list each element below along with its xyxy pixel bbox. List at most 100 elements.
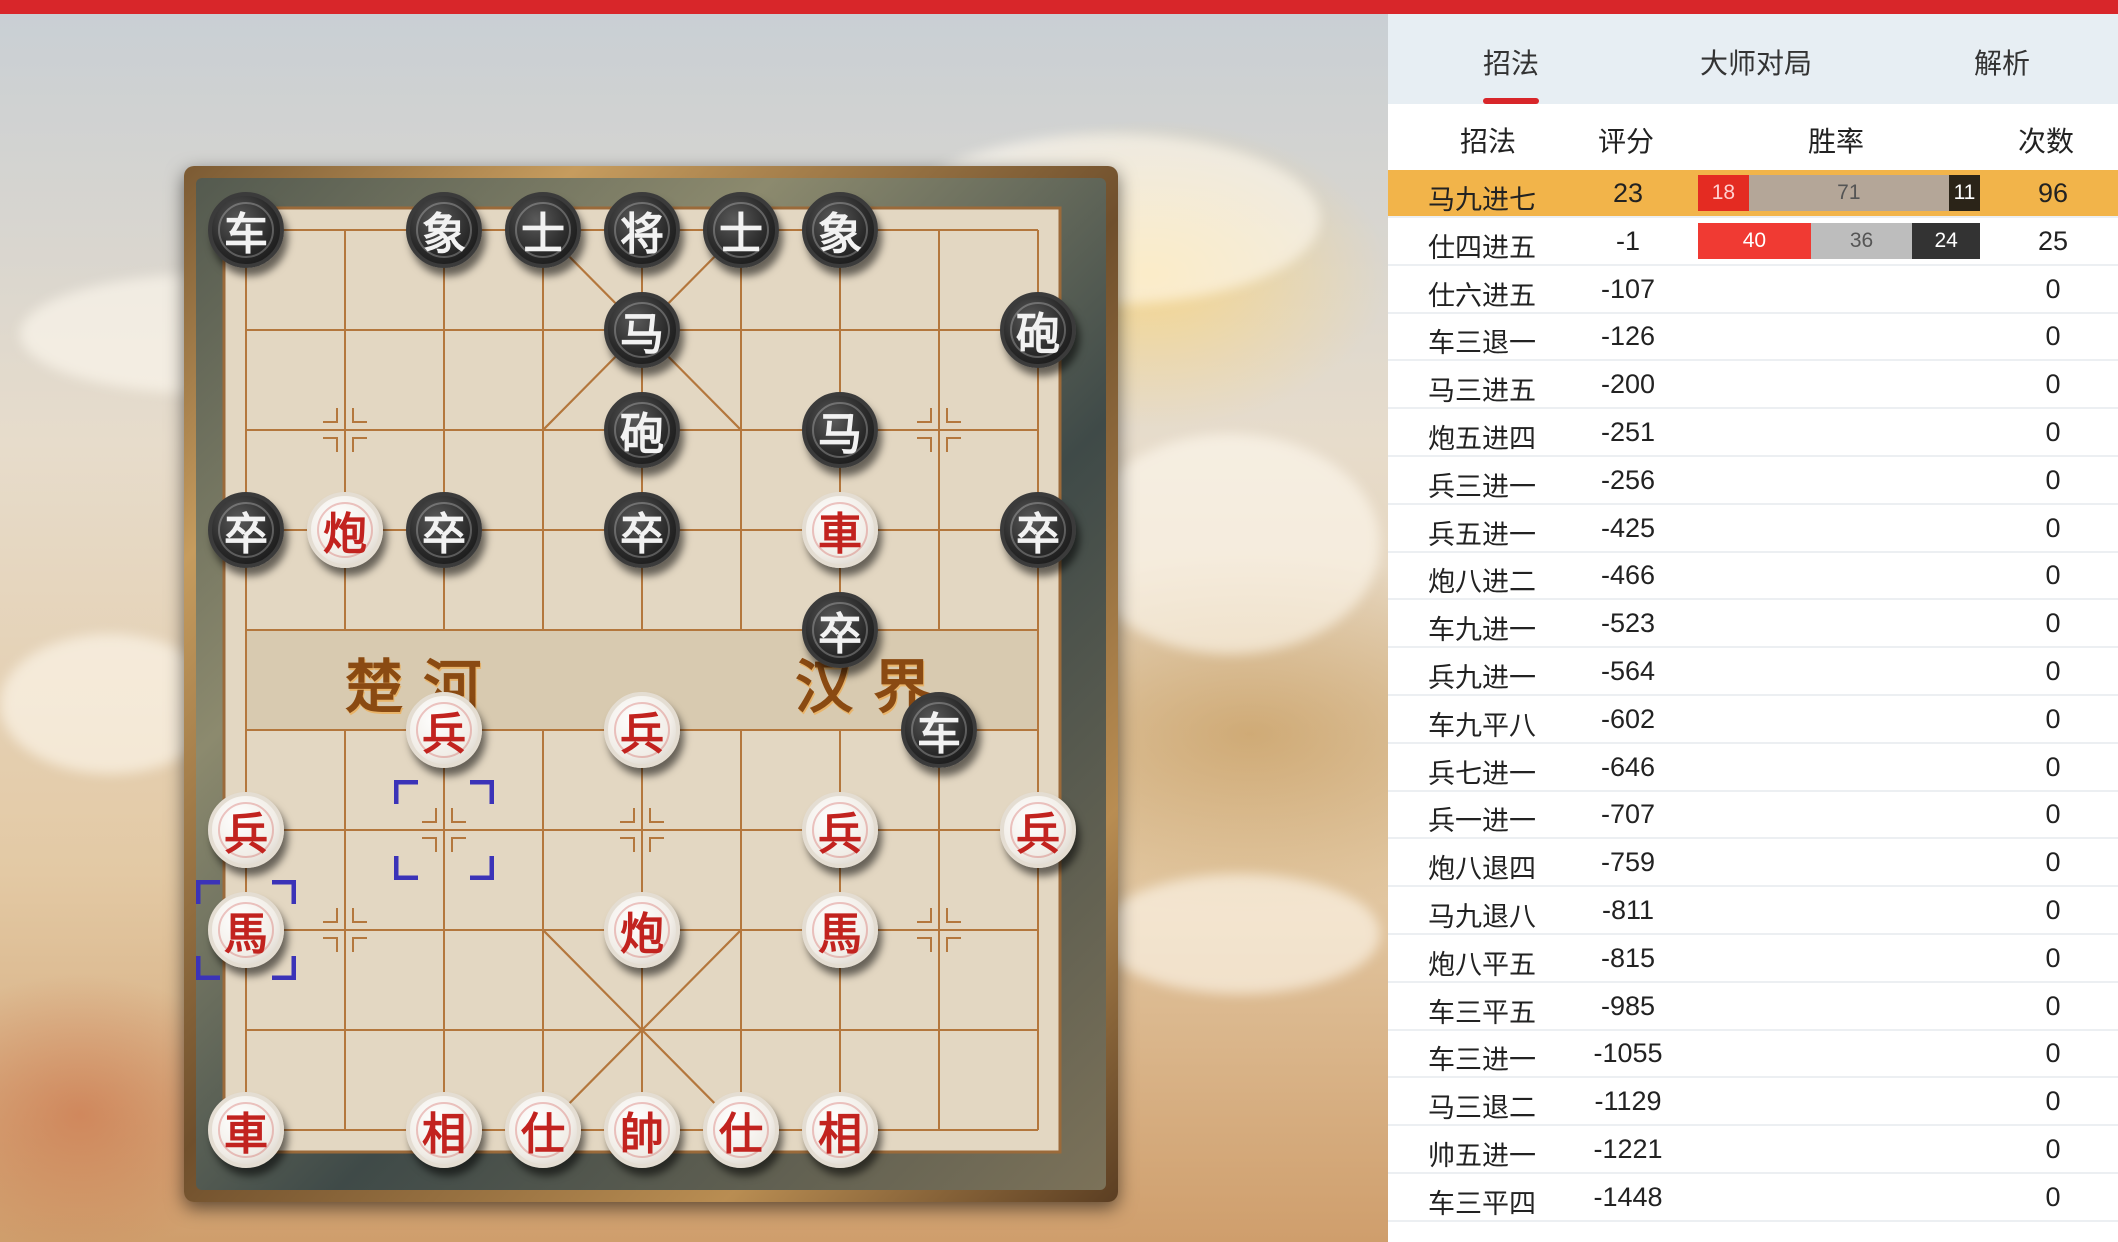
black-soldier-piece[interactable]: 卒 <box>1000 492 1076 568</box>
piece-label: 車 <box>224 1109 268 1160</box>
table-row[interactable]: 车三进一 -1055 0 <box>1388 1030 2118 1079</box>
black-advisor-piece[interactable]: 士 <box>505 192 581 268</box>
table-row[interactable]: 炮八进二 -466 0 <box>1388 552 2118 601</box>
move-cell: 仕六进五 <box>1428 280 1536 311</box>
score-cell: 23 <box>1612 178 1644 208</box>
table-row[interactable]: 兵一进一 -707 0 <box>1388 791 2118 840</box>
black-soldier-piece[interactable]: 卒 <box>208 492 284 568</box>
black-elephant-piece[interactable]: 象 <box>802 192 878 268</box>
move-cell: 马三进五 <box>1428 376 1536 407</box>
black-cannon-piece[interactable]: 砲 <box>1000 292 1076 368</box>
score-cell: -1055 <box>1593 1038 1663 1069</box>
red-advisor-piece[interactable]: 仕 <box>703 1092 779 1168</box>
piece-label: 卒 <box>422 509 466 560</box>
tab-bar: 招法 大师对局 解析 <box>1388 14 2118 104</box>
red-cannon-piece[interactable]: 炮 <box>604 892 680 968</box>
table-row[interactable]: 车三平四 -1448 0 <box>1388 1174 2118 1222</box>
table-row[interactable]: 车三退一 -126 0 <box>1388 313 2118 362</box>
table-row[interactable]: 兵三进一 -256 0 <box>1388 457 2118 505</box>
move-cell: 兵一进一 <box>1428 806 1536 837</box>
red-soldier-piece[interactable]: 兵 <box>208 792 284 868</box>
table-row[interactable]: 车九平八 -602 0 <box>1388 696 2118 744</box>
move-cell: 车九进一 <box>1428 615 1536 646</box>
red-elephant-piece[interactable]: 相 <box>406 1092 482 1168</box>
move-cell: 车三进一 <box>1428 1045 1536 1076</box>
count-cell: 0 <box>2045 1086 2061 1117</box>
table-row[interactable]: 兵九进一 -564 0 <box>1388 648 2118 696</box>
black-general-piece[interactable]: 将 <box>604 192 680 268</box>
move-cell: 炮五进四 <box>1428 424 1536 454</box>
table-row[interactable]: 炮八退四 -759 0 <box>1388 839 2118 888</box>
red-cannon-piece[interactable]: 炮 <box>307 492 383 568</box>
piece-label: 仕 <box>521 1109 565 1160</box>
red-elephant-piece[interactable]: 相 <box>802 1092 878 1168</box>
table-row[interactable]: 马三进五 -200 0 <box>1388 361 2118 410</box>
count-cell: 0 <box>2045 990 2061 1021</box>
move-cell: 兵七进一 <box>1428 758 1536 789</box>
score-cell: -602 <box>1600 703 1656 734</box>
active-tab-indicator <box>1483 98 1539 104</box>
table-row[interactable]: 炮五进四 -251 0 <box>1388 409 2118 457</box>
count-cell: 0 <box>2045 895 2061 925</box>
move-cell: 车三平五 <box>1428 997 1536 1028</box>
black-chariot-piece[interactable]: 车 <box>901 692 977 768</box>
count-cell: 0 <box>2045 273 2061 304</box>
move-cell: 马三退二 <box>1428 1093 1536 1124</box>
count-cell: 0 <box>2045 608 2061 639</box>
piece-label: 兵 <box>224 809 268 860</box>
count-cell: 0 <box>2045 703 2061 734</box>
count-cell: 0 <box>2045 512 2061 543</box>
table-row[interactable]: 仕四进五 -1 25 40 36 24 <box>1388 218 2118 266</box>
table-row[interactable]: 炮八平五 -815 0 <box>1388 935 2118 983</box>
black-horse-piece[interactable]: 马 <box>802 392 878 468</box>
black-elephant-piece[interactable]: 象 <box>406 192 482 268</box>
black-soldier-piece[interactable]: 卒 <box>406 492 482 568</box>
piece-label: 马 <box>818 409 862 460</box>
count-cell: 0 <box>2045 656 2061 686</box>
score-cell: -1 <box>1615 225 1640 256</box>
red-advisor-piece[interactable]: 仕 <box>505 1092 581 1168</box>
move-cell: 马九退八 <box>1428 902 1536 932</box>
table-row[interactable]: 帅五进一 -1221 0 <box>1388 1126 2118 1174</box>
black-soldier-piece[interactable]: 卒 <box>802 592 878 668</box>
red-soldier-piece[interactable]: 兵 <box>1000 792 1076 868</box>
count-cell: 96 <box>2037 178 2069 208</box>
count-cell: 0 <box>2045 1038 2061 1069</box>
count-cell: 0 <box>2045 321 2061 352</box>
red-chariot-piece[interactable]: 車 <box>208 1092 284 1168</box>
table-row[interactable]: 仕六进五 -107 0 <box>1388 266 2118 314</box>
black-horse-piece[interactable]: 马 <box>604 292 680 368</box>
score-cell: -126 <box>1600 321 1656 352</box>
last-move-marker <box>394 780 494 880</box>
tab-moves[interactable]: 招法 <box>1483 42 1539 82</box>
tab-master-games[interactable]: 大师对局 <box>1700 42 1812 82</box>
count-cell: 0 <box>2045 464 2061 495</box>
table-row[interactable]: 马九退八 -811 0 <box>1388 887 2118 935</box>
red-horse-piece[interactable]: 馬 <box>802 892 878 968</box>
piece-label: 卒 <box>818 609 862 660</box>
score-cell: -425 <box>1600 512 1656 543</box>
black-cannon-piece[interactable]: 砲 <box>604 392 680 468</box>
table-row[interactable]: 车三平五 -985 0 <box>1388 983 2118 1031</box>
black-chariot-piece[interactable]: 车 <box>208 192 284 268</box>
piece-label: 兵 <box>620 709 664 760</box>
black-soldier-piece[interactable]: 卒 <box>604 492 680 568</box>
table-row[interactable]: 兵七进一 -646 0 <box>1388 744 2118 792</box>
tab-analysis[interactable]: 解析 <box>1974 42 2030 82</box>
score-cell: -759 <box>1600 847 1656 878</box>
red-soldier-piece[interactable]: 兵 <box>406 692 482 768</box>
score-cell: -1221 <box>1593 1134 1663 1164</box>
black-advisor-piece[interactable]: 士 <box>703 192 779 268</box>
red-soldier-piece[interactable]: 兵 <box>802 792 878 868</box>
red-chariot-piece[interactable]: 車 <box>802 492 878 568</box>
red-general-piece[interactable]: 帥 <box>604 1092 680 1168</box>
table-row[interactable]: 马九进七 23 96 18 71 11 <box>1388 170 2118 218</box>
piece-label: 士 <box>719 209 763 260</box>
red-soldier-piece[interactable]: 兵 <box>604 692 680 768</box>
table-row[interactable]: 兵五进一 -425 0 <box>1388 505 2118 553</box>
table-row[interactable]: 马三退二 -1129 0 <box>1388 1078 2118 1127</box>
score-cell: -707 <box>1600 799 1656 830</box>
move-cell: 炮八退四 <box>1428 854 1536 885</box>
move-cell: 炮八平五 <box>1428 949 1536 980</box>
table-row[interactable]: 车九进一 -523 0 <box>1388 600 2118 649</box>
